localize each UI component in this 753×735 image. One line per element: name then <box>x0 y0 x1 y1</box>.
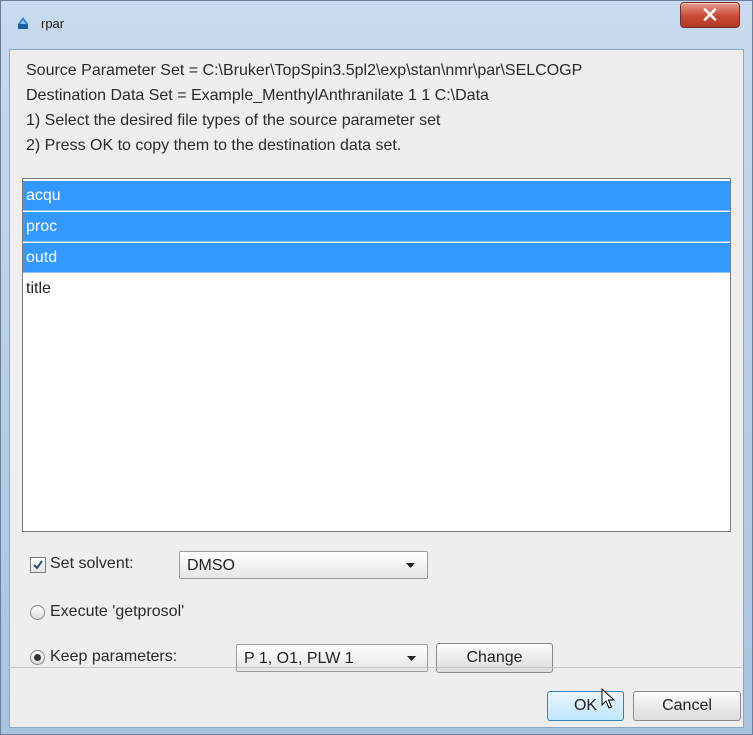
keep-parameters-label: Keep parameters: <box>50 648 178 665</box>
instruction-step-1: 1) Select the desired file types of the … <box>26 112 441 129</box>
chevron-down-icon <box>406 563 415 568</box>
mouse-pointer-icon <box>601 688 615 709</box>
list-item-title[interactable]: title <box>23 274 730 304</box>
window-title: rpar <box>41 16 65 31</box>
cancel-button[interactable]: Cancel <box>633 691 741 721</box>
solvent-dropdown[interactable]: DMSO <box>179 551 428 579</box>
rpar-dialog: rpar Source Parameter Set = C:\Bruker\To… <box>0 0 753 735</box>
instruction-step-2: 2) Press OK to copy them to the destinat… <box>26 137 402 154</box>
chevron-down-icon <box>407 656 416 661</box>
solvent-value: DMSO <box>187 557 235 574</box>
button-bar-separator <box>9 667 742 668</box>
check-icon <box>33 560 43 570</box>
file-type-list[interactable]: acqu proc outd title <box>22 178 731 532</box>
destination-data-set-label: Destination Data Set = Example_MenthylAn… <box>26 87 489 104</box>
set-solvent-row: Set solvent: DMSO <box>26 550 446 580</box>
source-parameter-set-label: Source Parameter Set = C:\Bruker\TopSpin… <box>26 62 583 79</box>
keep-parameters-radio[interactable] <box>30 650 45 665</box>
keep-parameters-row: Keep parameters: P 1, O1, PLW 1 Change <box>26 643 586 673</box>
title-bar[interactable]: rpar <box>1 1 752 49</box>
dialog-content: Source Parameter Set = C:\Bruker\TopSpin… <box>9 49 744 728</box>
execute-getprosol-row: Execute 'getprosol' <box>26 598 326 628</box>
topspin-app-icon <box>15 15 31 31</box>
list-item-proc[interactable]: proc <box>23 212 730 242</box>
change-button[interactable]: Change <box>436 643 553 673</box>
list-item-outd[interactable]: outd <box>23 243 730 273</box>
radio-selected-dot <box>34 654 41 661</box>
execute-getprosol-label: Execute 'getprosol' <box>50 603 185 620</box>
set-solvent-label: Set solvent: <box>50 555 134 572</box>
list-item-acqu[interactable]: acqu <box>23 181 730 211</box>
close-button[interactable] <box>680 2 740 28</box>
set-solvent-checkbox[interactable] <box>30 557 46 573</box>
close-icon <box>703 8 717 21</box>
keep-parameters-value: P 1, O1, PLW 1 <box>244 650 354 667</box>
execute-getprosol-radio[interactable] <box>30 605 45 620</box>
